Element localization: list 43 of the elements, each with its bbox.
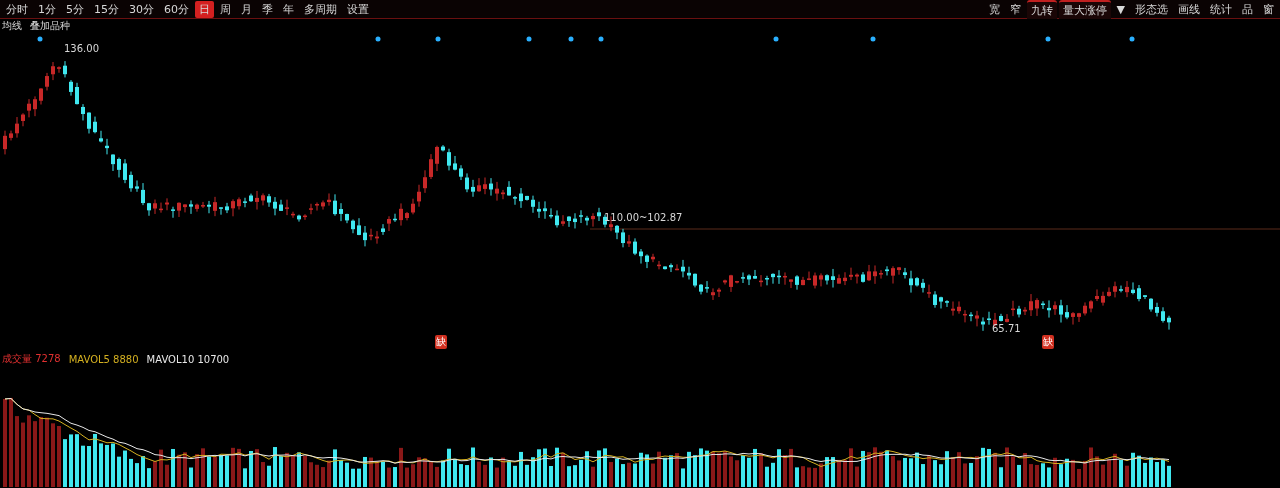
signal-dot-icon <box>1045 36 1051 42</box>
signal-dot-icon <box>568 36 574 42</box>
gap-badge: 缺 <box>1042 335 1054 349</box>
period-tab[interactable]: 年 <box>279 0 298 18</box>
period-tab[interactable]: 设置 <box>343 0 373 18</box>
toolbar-button[interactable]: 窗 <box>1259 0 1278 18</box>
signal-dot-icon <box>598 36 604 42</box>
price-range-label: 110.00~102.87 <box>604 212 683 223</box>
signal-dot-icon <box>375 36 381 42</box>
overlay-option[interactable]: 叠加品种 <box>30 19 70 33</box>
toolbar-button[interactable]: 画线 <box>1174 0 1204 18</box>
high-price-label: 136.00 <box>64 43 99 54</box>
period-tab[interactable]: 5分 <box>62 0 88 18</box>
period-tab[interactable]: 1分 <box>34 0 60 18</box>
period-tab[interactable]: 季 <box>258 0 277 18</box>
volume-indicator-value: MAVOL10 10700 <box>146 353 230 365</box>
signal-dot-icon <box>526 36 532 42</box>
gap-badge: 缺 <box>435 335 447 349</box>
indicator-tab[interactable]: 量大涨停 <box>1058 0 1111 19</box>
toolbar-button[interactable]: 统计 <box>1206 0 1236 18</box>
period-tab[interactable]: 周 <box>216 0 235 18</box>
period-tab[interactable]: 月 <box>237 0 256 18</box>
overlay-option[interactable]: 均线 <box>2 19 22 33</box>
toolbar-button[interactable]: 宽 <box>984 0 1004 18</box>
period-tab[interactable]: 30分 <box>125 0 158 18</box>
toolbar-button[interactable]: 品 <box>1238 0 1257 18</box>
indicator-tab[interactable]: 九转 <box>1026 0 1057 19</box>
signal-dot-icon <box>37 36 43 42</box>
toolbar-button[interactable]: 形态选 <box>1131 0 1172 18</box>
toolbar-button[interactable]: 窄 <box>1005 0 1025 18</box>
signal-dot-icon <box>435 36 441 42</box>
period-tab[interactable]: 日 <box>195 0 214 18</box>
period-tab[interactable]: 60分 <box>160 0 193 18</box>
signal-dot-icon <box>773 36 779 42</box>
volume-indicator-value: 成交量 7278 <box>2 352 61 366</box>
period-tab[interactable]: 分时 <box>2 0 32 18</box>
toolbar-button[interactable]: ▼ <box>1112 1 1129 17</box>
low-price-label: 65.71 <box>992 323 1021 334</box>
period-tab[interactable]: 15分 <box>90 0 123 18</box>
signal-dot-icon <box>1129 36 1135 42</box>
period-tab[interactable]: 多周期 <box>300 0 341 18</box>
volume-indicator-value: MAVOL5 8880 <box>68 353 139 365</box>
signal-dot-icon <box>870 36 876 42</box>
